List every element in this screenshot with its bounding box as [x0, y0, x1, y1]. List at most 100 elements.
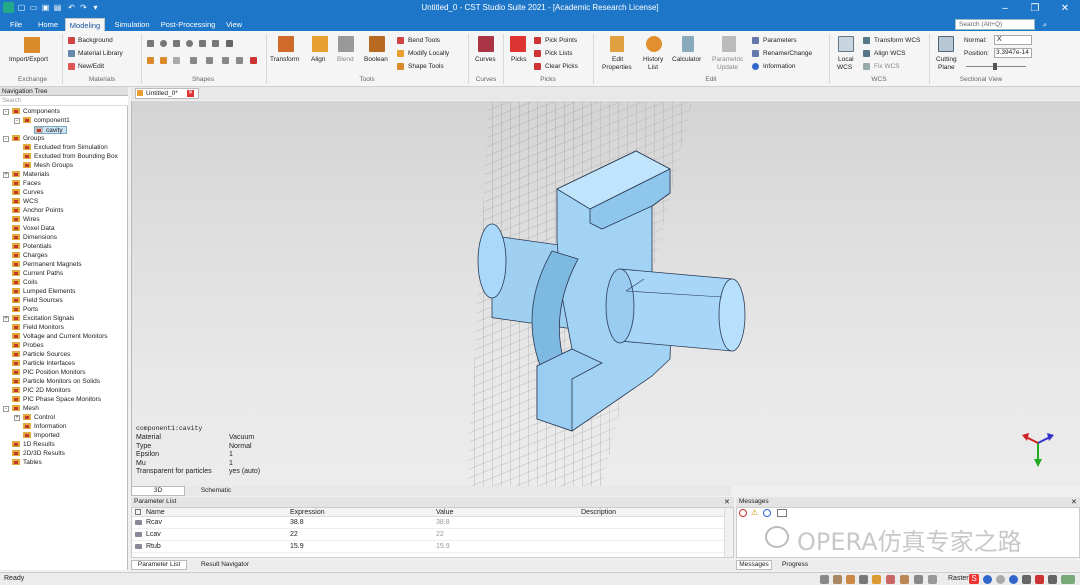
maximize-icon[interactable]: ❐ — [1020, 0, 1050, 17]
error-filter-icon[interactable] — [739, 509, 747, 517]
rotate-icon[interactable] — [160, 57, 167, 64]
boolean-icon[interactable] — [369, 36, 385, 52]
cutting-plane-icon[interactable] — [938, 36, 954, 52]
tree-item[interactable]: Voltage and Current Monitors — [12, 333, 108, 341]
tab-3d[interactable]: 3D — [131, 486, 185, 496]
param-scrollbar[interactable] — [724, 508, 733, 557]
filter-icon[interactable] — [135, 509, 141, 515]
pan-icon[interactable] — [833, 575, 842, 584]
torus-icon[interactable] — [186, 40, 193, 47]
tree-item[interactable]: 2D/3D Results — [12, 450, 65, 458]
expand-icon[interactable]: + — [14, 415, 20, 421]
ecylinder-icon[interactable] — [212, 40, 219, 47]
right-beam-tube[interactable] — [619, 268, 733, 352]
tree-item[interactable]: Particle Monitors on Solids — [12, 378, 100, 386]
calculator-icon[interactable] — [682, 36, 694, 52]
ime-tools-icon[interactable] — [1048, 575, 1057, 584]
model-canvas[interactable] — [132, 101, 1080, 486]
tree-item[interactable]: Charges — [12, 252, 48, 260]
tree-item[interactable]: Probes — [12, 342, 44, 350]
tree-item[interactable]: Excluded from Bounding Box — [23, 153, 118, 161]
tab-parameter-list[interactable]: Parameter List — [131, 560, 187, 570]
position-input[interactable]: 3.3947e-14 — [994, 48, 1032, 58]
shape-tools-button[interactable]: Shape Tools — [408, 63, 444, 70]
right-tube-start[interactable] — [605, 268, 635, 344]
shade-icon[interactable] — [900, 575, 909, 584]
clear-picks-button[interactable]: Clear Picks — [545, 63, 578, 70]
tree-item[interactable]: Permanent Magnets — [12, 261, 82, 269]
tab-result-navigator[interactable]: Result Navigator — [193, 560, 257, 570]
tab-view[interactable]: View — [222, 18, 246, 31]
curves-icon[interactable] — [478, 36, 494, 52]
tab-home[interactable]: Home — [34, 18, 62, 31]
tab-schematic[interactable]: Schematic — [189, 486, 243, 496]
tree-item[interactable]: Potentials — [12, 243, 52, 251]
cylinder-icon[interactable] — [199, 40, 206, 47]
param-expression[interactable]: 38.8 — [286, 519, 304, 526]
table-row[interactable] — [132, 530, 724, 541]
local-wcs-label-2[interactable]: WCS — [837, 64, 852, 71]
calculator-button[interactable]: Calculator — [672, 56, 701, 63]
extrude-icon[interactable] — [147, 57, 154, 64]
loft-icon[interactable] — [173, 57, 180, 64]
pick-lists-button[interactable]: Pick Lists — [545, 50, 572, 57]
tree-item[interactable]: WCS — [12, 198, 38, 206]
tree-item[interactable]: Particle Sources — [12, 351, 70, 359]
picks-icon[interactable] — [510, 36, 526, 52]
rename-change-button[interactable]: Rename/Change — [763, 50, 812, 57]
curves-button[interactable]: Curves — [475, 56, 496, 63]
tab-file[interactable]: File — [5, 18, 27, 31]
minimize-icon[interactable]: – — [990, 0, 1020, 17]
ime-menu-icon[interactable] — [1061, 575, 1075, 584]
parametric-update-label-2[interactable]: Update — [717, 64, 738, 71]
align-icon[interactable] — [312, 36, 328, 52]
close-tab-icon[interactable]: ✕ — [187, 90, 194, 97]
import-export-button[interactable]: Import/Export — [9, 56, 48, 63]
tree-item[interactable]: Excluded from Simulation — [23, 144, 108, 152]
ime-skin-icon[interactable] — [1035, 575, 1044, 584]
right-tube-end[interactable] — [718, 278, 746, 352]
tree-item[interactable]: Mesh Groups — [23, 162, 73, 170]
tree-item[interactable]: Tables — [12, 459, 42, 467]
blend-icon[interactable] — [338, 36, 354, 52]
ime-moon-icon[interactable] — [996, 575, 1005, 584]
new-edit-button[interactable]: New/Edit — [78, 63, 104, 70]
picks-button[interactable]: Picks — [511, 56, 527, 63]
modify-locally-button[interactable]: Modify Locally — [408, 50, 449, 57]
tab-simulation[interactable]: Simulation — [110, 18, 154, 31]
tree-item[interactable]: Groups — [12, 135, 44, 143]
tree-item[interactable]: Excitation Signals — [12, 315, 74, 323]
tree-item[interactable]: Materials — [12, 171, 49, 179]
more-shapes-icon[interactable] — [226, 40, 233, 47]
zoom-icon[interactable] — [820, 575, 829, 584]
edit-properties-label-1[interactable]: Edit — [612, 56, 623, 63]
ime-keyboard-icon[interactable] — [1022, 575, 1031, 584]
tree-item[interactable]: component1 — [23, 117, 70, 125]
info-filter-icon[interactable] — [763, 509, 771, 517]
tree-item[interactable]: 1D Results — [12, 441, 55, 449]
tree-item[interactable]: Voxel Data — [12, 225, 54, 233]
tree-item[interactable]: PIC 2D Monitors — [12, 387, 71, 395]
tree-item[interactable]: Particle Interfaces — [12, 360, 75, 368]
tree-item[interactable]: Current Paths — [12, 270, 63, 278]
tree-item[interactable]: Field Monitors — [12, 324, 64, 332]
background-button[interactable]: Background — [78, 37, 113, 44]
table-row[interactable] — [132, 542, 724, 553]
close-messages-icon[interactable]: ✕ — [1071, 499, 1079, 506]
material-library-button[interactable]: Material Library — [78, 50, 123, 57]
param-expression[interactable]: 15.9 — [286, 543, 304, 550]
import-export-icon[interactable] — [24, 37, 40, 53]
message-options-icon[interactable] — [777, 509, 787, 517]
nav-search-input[interactable]: Search — [0, 96, 128, 106]
history-list-label-2[interactable]: List — [648, 64, 658, 71]
ime-mic-icon[interactable] — [1009, 575, 1018, 584]
tree-item[interactable]: Control — [23, 414, 55, 422]
cutting-plane-label-1[interactable]: Cutting — [936, 56, 957, 63]
pick-points-button[interactable]: Pick Points — [545, 37, 577, 44]
collapse-icon[interactable]: - — [3, 406, 9, 412]
view-settings-icon[interactable] — [928, 575, 937, 584]
boolean-button[interactable]: Boolean — [364, 56, 388, 63]
align-button[interactable]: Align — [311, 56, 325, 63]
tree-item[interactable]: PIC Phase Space Monitors — [12, 396, 101, 404]
tree-item[interactable]: cavity — [34, 126, 67, 134]
